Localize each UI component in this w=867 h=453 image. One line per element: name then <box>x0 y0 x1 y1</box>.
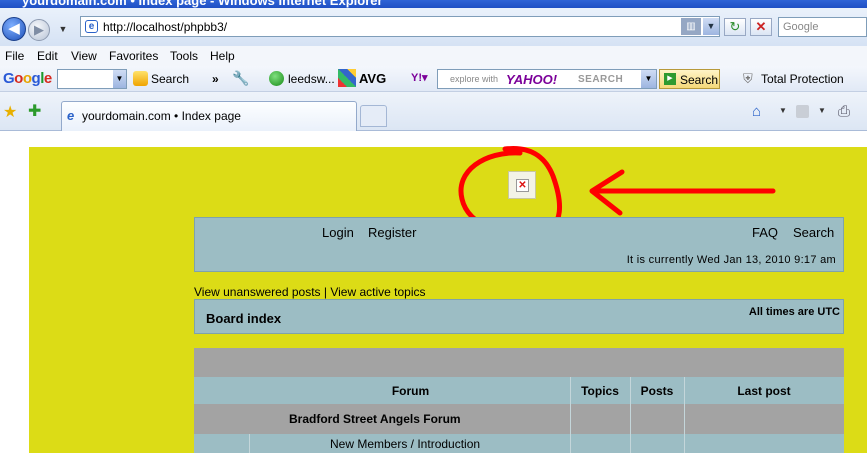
yahoo-toolbar-icon[interactable]: Y!▾ <box>411 71 428 84</box>
register-link[interactable]: Register <box>368 225 416 240</box>
leedsw-button[interactable]: leedsw... <box>288 72 335 86</box>
column-last-post: Last post <box>737 384 791 398</box>
table-row: New Members / Introduction <box>194 434 844 453</box>
ie-page-icon: e <box>67 108 75 123</box>
column-divider <box>249 434 250 453</box>
current-time: It is currently Wed Jan 13, 2010 9:17 am <box>626 254 836 266</box>
menu-file[interactable]: File <box>5 49 24 63</box>
google-search-icon[interactable] <box>133 71 148 86</box>
chevron-down-icon[interactable]: ▼ <box>818 106 826 115</box>
link-separator: | <box>323 285 327 299</box>
tab-active[interactable]: e yourdomain.com • Index page <box>61 101 357 131</box>
forum-link[interactable]: New Members / Introduction <box>330 437 480 451</box>
quick-links: View unanswered posts | View active topi… <box>194 285 426 299</box>
feeds-icon[interactable] <box>796 105 809 118</box>
board-index-panel: Board index All times are UTC <box>194 299 844 334</box>
google-logo: Google <box>3 70 52 87</box>
address-dropdown-button[interactable]: ▼ <box>703 18 719 35</box>
chevron-down-icon[interactable]: ▼ <box>113 70 126 88</box>
column-divider <box>570 377 571 453</box>
forward-arrow-icon[interactable]: ▶ <box>28 19 50 41</box>
table-header: Forum Topics Posts Last post <box>194 377 844 404</box>
unanswered-posts-link[interactable]: View unanswered posts <box>194 285 321 299</box>
category-title[interactable]: Bradford Street Angels Forum <box>289 412 461 426</box>
new-tab-button[interactable] <box>360 105 387 127</box>
leedsw-icon[interactable] <box>269 71 284 86</box>
home-icon[interactable]: ⌂ <box>752 103 761 120</box>
favorites-star-icon[interactable]: ★ <box>3 102 17 122</box>
chevron-down-icon[interactable]: ▼ <box>779 106 787 115</box>
column-forum: Forum <box>391 384 430 398</box>
url-text[interactable]: http://localhost/phpbb3/ <box>103 20 227 34</box>
menu-favorites[interactable]: Favorites <box>109 49 158 63</box>
tabs-row: ★ ✚ e yourdomain.com • Index page ⌂ ▼ ▼ … <box>0 92 867 131</box>
column-divider <box>684 377 685 453</box>
annotation-arrow <box>589 169 776 216</box>
page-viewport: ✕ Login Register FAQ Search It is curren… <box>0 131 867 453</box>
yahoo-search-input[interactable]: explore with YAHOO! SEARCH ▼ <box>437 69 657 89</box>
board-index-link[interactable]: Board index <box>206 311 281 326</box>
avg-icon[interactable] <box>338 69 356 87</box>
compatibility-view-icon[interactable]: ▥ <box>681 18 701 35</box>
address-bar[interactable]: e http://localhost/phpbb3/ ▥ ▼ <box>80 16 720 37</box>
yahoo-search-button[interactable]: Search <box>659 69 720 89</box>
total-protection-button[interactable]: Total Protection <box>761 72 844 86</box>
tab-title: yourdomain.com • Index page <box>82 109 241 123</box>
print-icon[interactable]: ⎙ <box>838 103 850 120</box>
add-favorites-icon[interactable]: ✚ <box>28 101 41 121</box>
login-link[interactable]: Login <box>322 225 354 240</box>
category-row: Bradford Street Angels Forum <box>194 404 844 434</box>
menu-bar: File Edit View Favorites Tools Help <box>0 46 867 66</box>
forum-table: Forum Topics Posts Last post Bradford St… <box>194 348 844 453</box>
toolbars-row: Google ▼ Search » 🔧 leedsw... AVG Y!▾ ex… <box>0 66 867 92</box>
address-row: ◀ ▶ ▼ e http://localhost/phpbb3/ ▥ ▼ ↻ ✕… <box>0 8 867 46</box>
menu-help[interactable]: Help <box>210 49 235 63</box>
wrench-icon[interactable]: 🔧 <box>232 70 249 87</box>
google-search-button[interactable]: Search <box>151 72 189 86</box>
ie-page-icon: e <box>85 20 98 33</box>
window-titlebar: yourdomain.com • Index page - Windows In… <box>0 0 867 8</box>
yahoo-placeholder: explore with <box>450 74 499 84</box>
stop-icon[interactable]: ✕ <box>750 18 772 36</box>
search-link[interactable]: Search <box>793 225 834 240</box>
back-arrow-icon[interactable]: ◀ <box>2 17 26 41</box>
window-title: yourdomain.com • Index page - Windows In… <box>22 0 383 8</box>
column-posts: Posts <box>640 384 674 398</box>
active-topics-link[interactable]: View active topics <box>330 285 425 299</box>
google-search-input[interactable]: ▼ <box>57 69 127 89</box>
faq-link[interactable]: FAQ <box>752 225 778 240</box>
more-tools-button[interactable]: » <box>212 72 219 86</box>
chevron-down-icon[interactable]: ▼ <box>641 70 656 88</box>
yahoo-logo: YAHOO! <box>506 72 558 87</box>
timezone-note: All times are UTC <box>748 306 840 318</box>
column-topics: Topics <box>581 384 619 398</box>
menu-view[interactable]: View <box>71 49 97 63</box>
refresh-icon[interactable]: ↻ <box>724 18 746 36</box>
menu-edit[interactable]: Edit <box>37 49 58 63</box>
shield-icon[interactable]: ⛨ <box>743 71 753 87</box>
yahoo-search-word: SEARCH <box>578 74 624 85</box>
column-divider <box>630 377 631 453</box>
menu-tools[interactable]: Tools <box>170 49 198 63</box>
search-input[interactable]: Google <box>778 17 867 37</box>
forum-header-panel: Login Register FAQ Search It is currentl… <box>194 217 844 272</box>
avg-button[interactable]: AVG <box>359 71 386 86</box>
recent-pages-dropdown[interactable]: ▼ <box>56 22 70 36</box>
